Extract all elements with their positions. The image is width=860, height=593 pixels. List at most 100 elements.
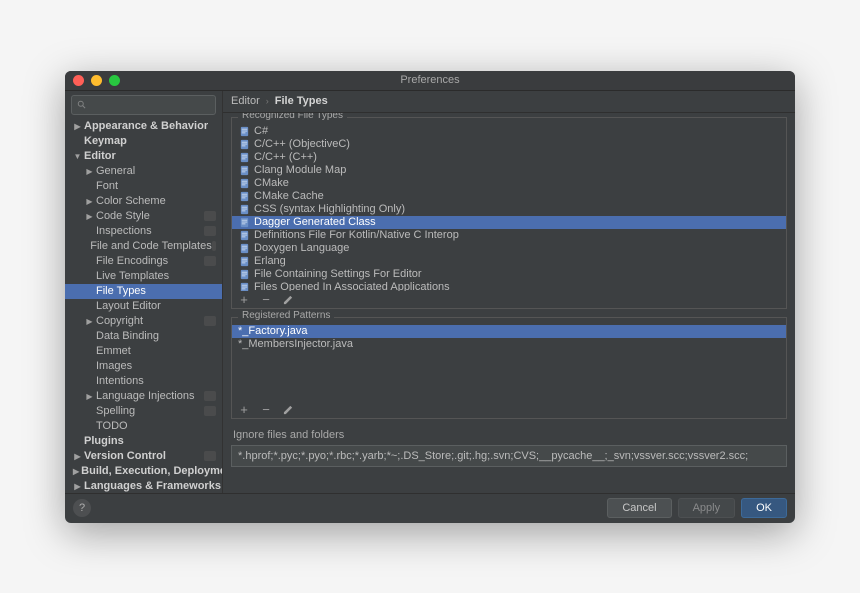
filetype-icon xyxy=(238,139,250,150)
scope-badge-icon xyxy=(204,391,216,401)
scope-badge-icon xyxy=(212,241,216,251)
sidebar-item[interactable]: Spelling xyxy=(65,404,222,419)
list-item-label: CMake xyxy=(254,177,289,189)
filetype-icon xyxy=(238,126,250,137)
sidebar-item[interactable]: Layout Editor xyxy=(65,299,222,314)
sidebar-item-label: Appearance & Behavior xyxy=(84,120,208,132)
filetype-icon xyxy=(238,152,250,163)
sidebar-item[interactable]: Live Templates xyxy=(65,269,222,284)
chevron-right-icon: ▶ xyxy=(85,392,94,401)
recognized-file-types-group: Recognized File Types C#C/C++ (Objective… xyxy=(231,117,787,309)
settings-tree[interactable]: ▶Appearance & BehaviorKeymap▼Editor▶Gene… xyxy=(65,119,222,493)
ignore-input[interactable] xyxy=(231,445,787,467)
add-button[interactable]: + xyxy=(238,294,250,306)
list-item[interactable]: *_Factory.java xyxy=(232,325,786,338)
search-input[interactable] xyxy=(71,95,216,115)
sidebar-item[interactable]: Keymap xyxy=(65,134,222,149)
sidebar-item[interactable]: ▶Code Style xyxy=(65,209,222,224)
sidebar-item[interactable]: ▶Appearance & Behavior xyxy=(65,119,222,134)
list-item-label: C/C++ (ObjectiveC) xyxy=(254,138,350,150)
sidebar-item[interactable]: ▶Copyright xyxy=(65,314,222,329)
zoom-icon[interactable] xyxy=(109,75,120,86)
filetype-icon xyxy=(238,230,250,241)
registered-patterns-group: Registered Patterns *_Factory.java*_Memb… xyxy=(231,317,787,419)
sidebar-item-label: TODO xyxy=(96,420,128,432)
cancel-button[interactable]: Cancel xyxy=(607,498,671,518)
content: ▶Appearance & BehaviorKeymap▼Editor▶Gene… xyxy=(65,91,795,493)
list-item[interactable]: Clang Module Map xyxy=(232,164,786,177)
list-item[interactable]: C/C++ (ObjectiveC) xyxy=(232,138,786,151)
breadcrumb-current: File Types xyxy=(275,95,328,107)
sidebar-item[interactable]: ▶Languages & Frameworks xyxy=(65,479,222,493)
sidebar-item[interactable]: ▶General xyxy=(65,164,222,179)
sidebar-item-label: Languages & Frameworks xyxy=(84,480,221,492)
sidebar-item[interactable]: ▶Language Injections xyxy=(65,389,222,404)
patterns-tools: + − xyxy=(232,401,786,416)
group-label: Recognized File Types xyxy=(238,113,347,121)
close-icon[interactable] xyxy=(73,75,84,86)
sidebar-item-label: Layout Editor xyxy=(96,300,161,312)
list-item[interactable]: Doxygen Language xyxy=(232,242,786,255)
remove-button[interactable]: − xyxy=(260,294,272,306)
sidebar-item[interactable]: File and Code Templates xyxy=(65,239,222,254)
chevron-right-icon: ▶ xyxy=(85,212,94,221)
chevron-right-icon: ▶ xyxy=(73,122,82,131)
ok-button[interactable]: OK xyxy=(741,498,787,518)
recognized-file-types-list[interactable]: C#C/C++ (ObjectiveC)C/C++ (C++)Clang Mod… xyxy=(232,125,786,291)
list-item[interactable]: C/C++ (C++) xyxy=(232,151,786,164)
sidebar-item[interactable]: Images xyxy=(65,359,222,374)
sidebar-item-label: Emmet xyxy=(96,345,131,357)
sidebar-item[interactable]: Inspections xyxy=(65,224,222,239)
list-item-label: C/C++ (C++) xyxy=(254,151,317,163)
filetype-icon xyxy=(238,256,250,267)
sidebar-item[interactable]: ▼Editor xyxy=(65,149,222,164)
edit-button[interactable] xyxy=(282,294,294,306)
sidebar-item[interactable]: ▶Version Control xyxy=(65,449,222,464)
list-item[interactable]: Erlang xyxy=(232,255,786,268)
sidebar-item[interactable]: Intentions xyxy=(65,374,222,389)
sidebar-item[interactable]: ▶Color Scheme xyxy=(65,194,222,209)
help-button[interactable]: ? xyxy=(73,499,91,517)
sidebar-item[interactable]: File Encodings xyxy=(65,254,222,269)
apply-button[interactable]: Apply xyxy=(678,498,736,518)
list-item-label: Dagger Generated Class xyxy=(254,216,376,228)
window-controls xyxy=(73,75,120,86)
sidebar-item[interactable]: File Types xyxy=(65,284,222,299)
sidebar-item-label: Font xyxy=(96,180,118,192)
sidebar-item[interactable]: Data Binding xyxy=(65,329,222,344)
breadcrumb-root[interactable]: Editor xyxy=(231,95,260,107)
list-item[interactable]: *_MembersInjector.java xyxy=(232,338,786,351)
search-icon xyxy=(77,100,87,110)
add-button[interactable]: + xyxy=(238,404,250,416)
list-item[interactable]: Dagger Generated Class xyxy=(232,216,786,229)
list-item-label: C# xyxy=(254,125,268,137)
remove-button[interactable]: − xyxy=(260,404,272,416)
filetype-icon xyxy=(238,204,250,215)
chevron-right-icon: ▶ xyxy=(85,167,94,176)
list-item[interactable]: Files Opened In Associated Applications xyxy=(232,281,786,291)
list-item[interactable]: CMake Cache xyxy=(232,190,786,203)
sidebar-item[interactable]: Plugins xyxy=(65,434,222,449)
chevron-right-icon: › xyxy=(266,96,269,106)
list-item-label: *_Factory.java xyxy=(238,325,308,337)
edit-button[interactable] xyxy=(282,404,294,416)
titlebar: Preferences xyxy=(65,71,795,91)
sidebar-item[interactable]: TODO xyxy=(65,419,222,434)
list-item-label: File Containing Settings For Editor xyxy=(254,268,422,280)
registered-patterns-list[interactable]: *_Factory.java*_MembersInjector.java xyxy=(232,325,786,401)
filetype-icon xyxy=(238,191,250,202)
list-item[interactable]: C# xyxy=(232,125,786,138)
filetype-icon xyxy=(238,282,250,291)
list-item[interactable]: Definitions File For Kotlin/Native C Int… xyxy=(232,229,786,242)
list-item[interactable]: File Containing Settings For Editor xyxy=(232,268,786,281)
scope-badge-icon xyxy=(204,406,216,416)
list-item[interactable]: CMake xyxy=(232,177,786,190)
sidebar-item-label: Inspections xyxy=(96,225,152,237)
minimize-icon[interactable] xyxy=(91,75,102,86)
sidebar-item-label: Data Binding xyxy=(96,330,159,342)
sidebar-item[interactable]: ▶Build, Execution, Deployment xyxy=(65,464,222,479)
list-item[interactable]: CSS (syntax Highlighting Only) xyxy=(232,203,786,216)
sidebar-item[interactable]: Emmet xyxy=(65,344,222,359)
sidebar-item[interactable]: Font xyxy=(65,179,222,194)
scope-badge-icon xyxy=(204,226,216,236)
